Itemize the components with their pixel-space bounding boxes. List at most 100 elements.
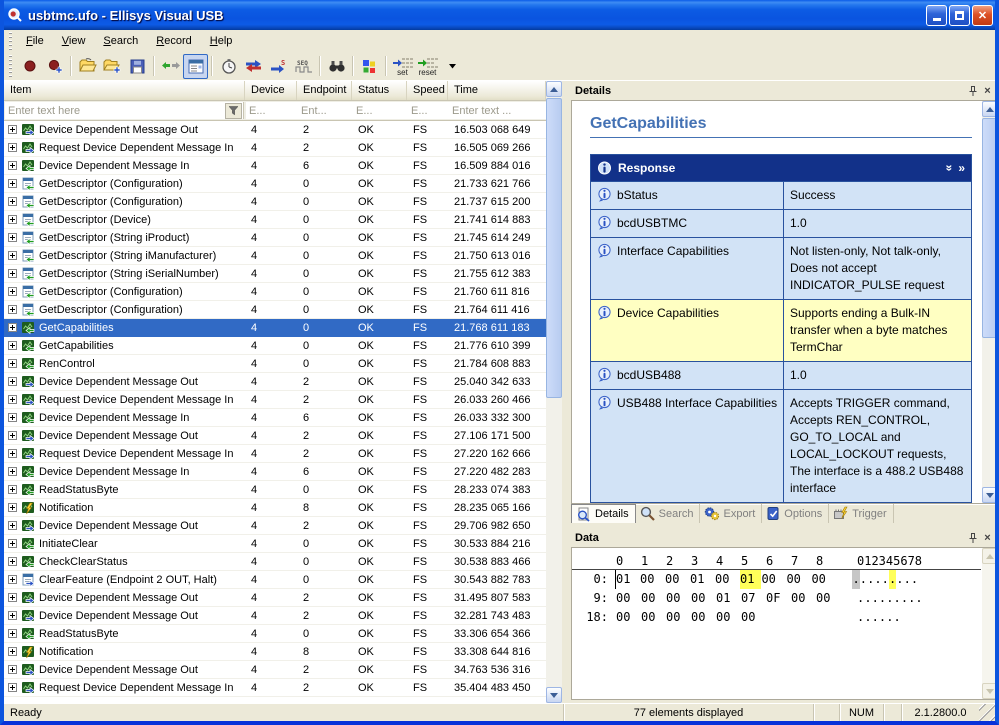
menu-grip[interactable] xyxy=(7,32,14,50)
transactions-button[interactable] xyxy=(241,54,266,79)
hex-byte[interactable]: 00 xyxy=(816,589,841,608)
hex-byte[interactable]: 00 xyxy=(666,608,691,627)
expander-plus-icon[interactable] xyxy=(8,359,17,368)
ascii-char[interactable]: . xyxy=(864,608,871,627)
table-row[interactable]: Notification48OKFS28.235 065 166 xyxy=(4,499,546,517)
hex-byte[interactable]: 01 xyxy=(740,570,761,589)
menu-view[interactable]: View xyxy=(53,32,95,50)
reset-marker-button[interactable]: reset xyxy=(415,54,440,79)
ascii-char[interactable]: . xyxy=(867,570,874,589)
hex-viewer[interactable]: 0123456780123456780:010000010001000000..… xyxy=(571,547,999,700)
hex-byte[interactable]: 00 xyxy=(791,589,816,608)
expander-plus-icon[interactable] xyxy=(8,665,17,674)
menu-record[interactable]: Record xyxy=(147,32,200,50)
expander-plus-icon[interactable] xyxy=(8,629,17,638)
data-pin-icon[interactable] xyxy=(965,530,980,545)
hex-byte[interactable]: 00 xyxy=(691,589,716,608)
toolbar-grip[interactable] xyxy=(7,55,14,77)
ascii-char[interactable]: . xyxy=(857,589,864,608)
expander-plus-icon[interactable] xyxy=(8,305,17,314)
column-header-status[interactable]: Status xyxy=(352,81,407,100)
record-new-button[interactable] xyxy=(42,54,67,79)
ascii-char[interactable]: . xyxy=(886,608,893,627)
vertical-splitter[interactable] xyxy=(562,81,571,703)
collapse-all-icon[interactable]: » xyxy=(942,165,956,172)
tab-options[interactable]: Options xyxy=(762,504,829,523)
hex-byte[interactable]: 00 xyxy=(641,608,666,627)
list-scrollbar[interactable] xyxy=(546,81,562,703)
table-row[interactable]: ReadStatusByte40OKFS33.306 654 366 xyxy=(4,625,546,643)
hex-byte[interactable]: 00 xyxy=(640,570,665,589)
table-row[interactable]: InitiateClear40OKFS30.533 884 216 xyxy=(4,535,546,553)
table-row[interactable]: Request Device Dependent Message In42OKF… xyxy=(4,679,546,697)
details-scroll-up[interactable] xyxy=(982,101,998,117)
expander-plus-icon[interactable] xyxy=(8,647,17,656)
menu-help[interactable]: Help xyxy=(201,32,242,50)
details-scrollbar[interactable] xyxy=(982,101,998,503)
hex-byte[interactable]: 00 xyxy=(786,570,811,589)
hex-byte[interactable]: 00 xyxy=(665,570,690,589)
ascii-char[interactable]: . xyxy=(893,589,900,608)
expander-plus-icon[interactable] xyxy=(8,467,17,476)
expander-plus-icon[interactable] xyxy=(8,521,17,530)
save-button[interactable] xyxy=(125,54,150,79)
table-row[interactable]: Device Dependent Message Out42OKFS25.040… xyxy=(4,373,546,391)
ascii-char[interactable]: . xyxy=(857,608,864,627)
expander-plus-icon[interactable] xyxy=(8,593,17,602)
expander-plus-icon[interactable] xyxy=(8,197,17,206)
table-row[interactable]: GetDescriptor (Device)40OKFS21.741 614 8… xyxy=(4,211,546,229)
ascii-char[interactable]: . xyxy=(882,570,889,589)
hex-byte[interactable]: 00 xyxy=(691,608,716,627)
scroll-thumb[interactable] xyxy=(546,98,562,398)
details-close-icon[interactable]: × xyxy=(980,83,995,98)
ascii-char[interactable]: . xyxy=(852,570,859,589)
pin-icon[interactable] xyxy=(965,83,980,98)
resize-grip[interactable] xyxy=(979,704,995,721)
data-close-icon[interactable]: × xyxy=(980,530,995,545)
find-button[interactable] xyxy=(324,54,349,79)
expander-plus-icon[interactable] xyxy=(8,539,17,548)
column-header-endpoint[interactable]: Endpoint xyxy=(297,81,352,100)
hex-byte[interactable]: 0F xyxy=(766,589,791,608)
expander-plus-icon[interactable] xyxy=(8,269,17,278)
expander-plus-icon[interactable] xyxy=(8,143,17,152)
expander-plus-icon[interactable] xyxy=(8,431,17,440)
ascii-char[interactable]: . xyxy=(886,589,893,608)
expander-plus-icon[interactable] xyxy=(8,179,17,188)
hex-byte[interactable]: 01 xyxy=(615,570,640,589)
table-row[interactable]: Device Dependent Message In46OKFS16.509 … xyxy=(4,157,546,175)
table-row[interactable]: Device Dependent Message Out42OKFS27.106… xyxy=(4,427,546,445)
expand-icon[interactable]: » xyxy=(958,161,965,175)
ascii-char[interactable]: . xyxy=(901,589,908,608)
hex-byte[interactable]: 00 xyxy=(666,589,691,608)
expander-plus-icon[interactable] xyxy=(8,503,17,512)
table-row[interactable]: CheckClearStatus40OKFS30.538 883 466 xyxy=(4,553,546,571)
table-row[interactable]: GetDescriptor (String iSerialNumber)40OK… xyxy=(4,265,546,283)
table-row[interactable]: Device Dependent Message In46OKFS27.220 … xyxy=(4,463,546,481)
ascii-char[interactable]: . xyxy=(879,589,886,608)
table-row[interactable]: Device Dependent Message Out42OKFS32.281… xyxy=(4,607,546,625)
table-row[interactable]: GetDescriptor (Configuration)40OKFS21.73… xyxy=(4,193,546,211)
sequences-button[interactable]: S xyxy=(266,54,291,79)
ascii-char[interactable]: . xyxy=(879,608,886,627)
ascii-char[interactable]: . xyxy=(874,570,881,589)
table-row[interactable]: Notification48OKFS33.308 644 816 xyxy=(4,643,546,661)
record-button[interactable] xyxy=(17,54,42,79)
table-row[interactable]: Device Dependent Message In46OKFS26.033 … xyxy=(4,409,546,427)
table-row[interactable]: Device Dependent Message Out42OKFS34.763… xyxy=(4,661,546,679)
toolbar-more-button[interactable] xyxy=(440,54,465,79)
tab-export[interactable]: Export xyxy=(700,504,762,523)
table-row[interactable]: GetDescriptor (String iProduct)40OKFS21.… xyxy=(4,229,546,247)
hex-byte[interactable]: 00 xyxy=(761,570,786,589)
expander-plus-icon[interactable] xyxy=(8,485,17,494)
expander-plus-icon[interactable] xyxy=(8,323,17,332)
expander-plus-icon[interactable] xyxy=(8,161,17,170)
legend-button[interactable] xyxy=(357,54,382,79)
expander-plus-icon[interactable] xyxy=(8,611,17,620)
close-button[interactable]: ✕ xyxy=(972,5,993,26)
response-section-header[interactable]: Response » » xyxy=(591,155,971,181)
hex-byte[interactable]: 01 xyxy=(716,589,741,608)
hex-byte[interactable]: 00 xyxy=(741,608,766,627)
table-row[interactable]: Device Dependent Message Out42OKFS29.706… xyxy=(4,517,546,535)
table-row[interactable]: ClearFeature (Endpoint 2 OUT, Halt)40OKF… xyxy=(4,571,546,589)
